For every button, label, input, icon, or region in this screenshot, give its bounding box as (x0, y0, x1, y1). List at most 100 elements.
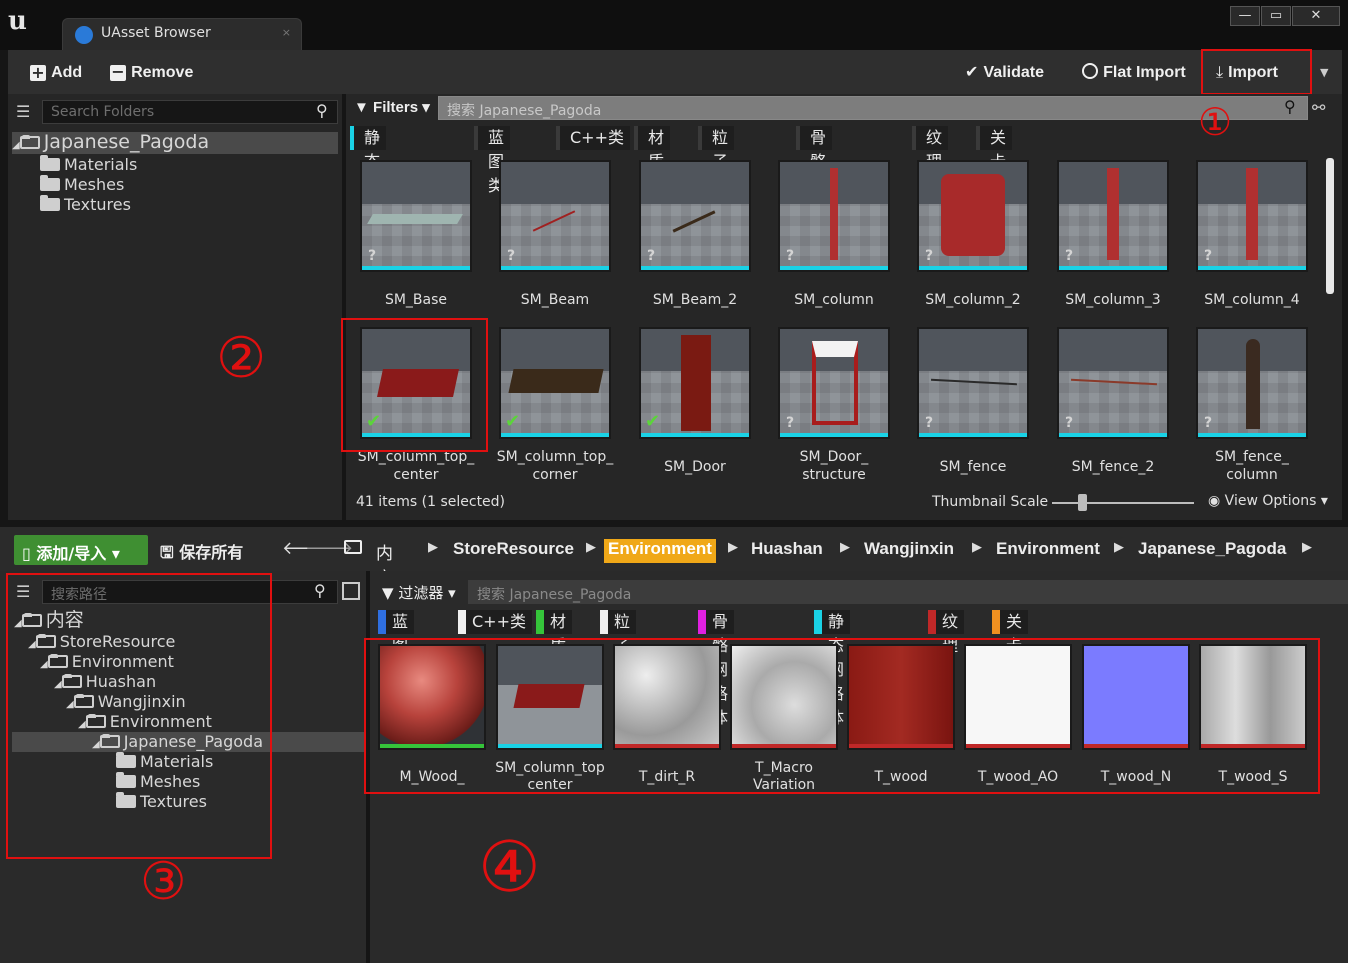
filter-chip[interactable]: 骨骼网格体 (796, 126, 833, 243)
asset-mesh-preview (1246, 339, 1260, 429)
folder-search-input[interactable]: Search Folders (42, 100, 338, 124)
status-icon: ? (925, 415, 934, 431)
asset-tile[interactable]: ? (499, 160, 611, 272)
status-icon: ✔ (645, 411, 661, 432)
tree-node-root[interactable]: ◢ Japanese_Pagoda (12, 132, 338, 154)
filter-chip[interactable]: 关卡 (992, 610, 1029, 655)
tree-node-textures[interactable]: Textures (40, 195, 131, 215)
asset-tile[interactable]: ? (1057, 160, 1169, 272)
thumbnail-background (919, 329, 1027, 371)
asset-search-input[interactable]: 搜索 Japanese_Pagoda (468, 580, 1348, 604)
thumbnail-background (501, 162, 609, 204)
dependency-graph-icon[interactable]: ⚯ (1312, 98, 1325, 117)
filter-chip[interactable]: 粒子系统 (600, 610, 637, 703)
toolbar-overflow-chevron-icon[interactable]: ▼ (1320, 66, 1328, 79)
asset-tile[interactable]: ✔ (639, 327, 751, 439)
breadcrumb-item[interactable]: Wangjinxin (864, 539, 954, 563)
breadcrumb-chevron-icon[interactable]: ▶ (586, 540, 596, 555)
add-button[interactable]: + Add (30, 62, 82, 82)
asset-name-label: SM_Door (664, 459, 726, 475)
asset-thumbnail (1198, 162, 1306, 266)
asset-thumbnail (1059, 329, 1167, 433)
filter-chip[interactable]: 纹理 (912, 126, 949, 171)
filter-chip[interactable]: C++类 (556, 126, 630, 150)
asset-tile[interactable]: ✔ (499, 327, 611, 439)
asset-tile[interactable]: ? (360, 160, 472, 272)
filter-chip[interactable]: 纹理 (928, 610, 965, 655)
filter-chip[interactable]: 静态网格体 (350, 126, 387, 243)
tree-node-meshes[interactable]: Meshes (40, 175, 124, 195)
filter-chip[interactable]: 骨骼网格体 (698, 610, 735, 727)
asset-tile[interactable]: ? (778, 327, 890, 439)
thumbnail-background (641, 162, 749, 204)
asset-name-label: SM_Beam (520, 292, 590, 308)
status-icon: ? (1065, 415, 1074, 431)
breadcrumb-chevron-icon[interactable]: ▶ (1114, 540, 1124, 555)
slider-handle[interactable] (1078, 494, 1087, 511)
add-import-button[interactable]: ▯ 添加/导入 ▾ (14, 535, 148, 565)
asset-name-label: SM_fence_ column (1215, 449, 1289, 483)
asset-tile[interactable]: ? (639, 160, 751, 272)
scrollbar-thumb[interactable] (1326, 158, 1334, 294)
filter-chip[interactable]: 材质 (634, 126, 671, 171)
filter-chip[interactable]: 关卡 (976, 126, 1013, 171)
validate-button[interactable]: ✔ Validate (965, 62, 1044, 82)
title-bar: u UAsset Browser × — ▭ ✕ (0, 0, 1348, 50)
annotation-3: ③ (140, 852, 187, 912)
breadcrumb-item[interactable]: StoreResource (453, 539, 574, 563)
breadcrumb-item[interactable]: Japanese_Pagoda (1138, 539, 1286, 563)
asset-tile[interactable]: ? (1057, 327, 1169, 439)
search-icon: ⚲ (316, 101, 328, 120)
filters-dropdown[interactable]: ▼ Filters ▾ (354, 98, 430, 116)
filters-dropdown[interactable]: ▼ 过滤器 ▾ (382, 582, 456, 603)
tab-close-icon[interactable]: × (282, 26, 291, 39)
minimize-button[interactable]: — (1230, 6, 1260, 26)
breadcrumb-item[interactable]: Huashan (751, 539, 823, 563)
asset-tile[interactable]: ? (917, 327, 1029, 439)
filter-chip[interactable]: 蓝图类 (378, 610, 415, 679)
breadcrumb-item[interactable]: Environment (604, 539, 716, 563)
asset-thumbnail (1059, 162, 1167, 266)
annotation-box-tree (6, 573, 272, 859)
eye-icon: ◉ (1208, 493, 1221, 509)
save-all-button[interactable]: 🖫 保存所有 (160, 539, 243, 569)
collections-icon[interactable] (342, 582, 360, 600)
filter-chip[interactable]: 粒子系统 (698, 126, 735, 219)
plus-icon: + (30, 62, 46, 82)
thumbnail-scale-slider[interactable] (1052, 502, 1194, 504)
folder-icon (40, 195, 60, 211)
asset-type-bar (919, 433, 1027, 437)
status-icon: ? (786, 248, 795, 264)
close-button[interactable]: ✕ (1292, 6, 1340, 26)
asset-tile[interactable]: ? (1196, 160, 1308, 272)
asset-search-input[interactable]: 搜索 Japanese_Pagoda (438, 96, 1308, 120)
filter-chip[interactable]: 材质 (536, 610, 573, 655)
tab-uasset-browser[interactable]: UAsset Browser × (62, 18, 302, 50)
asset-tile[interactable]: ? (1196, 327, 1308, 439)
breadcrumb-item[interactable]: 内容 (376, 539, 393, 589)
maximize-button[interactable]: ▭ (1261, 6, 1291, 26)
tree-node-materials[interactable]: Materials (40, 155, 137, 175)
breadcrumb-chevron-icon[interactable]: ▶ (972, 540, 982, 555)
asset-name-label: SM_column_2 (925, 292, 1021, 308)
breadcrumb-chevron-icon[interactable]: ▶ (840, 540, 850, 555)
item-count: 41 items (1 selected) (356, 494, 506, 510)
breadcrumb-item[interactable]: Environment (996, 539, 1100, 563)
asset-mesh-preview (681, 335, 711, 431)
flat-import-button[interactable]: Flat Import (1082, 62, 1186, 82)
breadcrumb-chevron-icon[interactable]: ▶ (728, 540, 738, 555)
view-options-button[interactable]: ◉ View Options ▾ (1208, 493, 1328, 509)
status-icon: ? (786, 415, 795, 431)
breadcrumb-chevron-icon[interactable]: ▶ (428, 540, 438, 555)
filter-chip[interactable]: 静态网格体 (814, 610, 851, 727)
asset-name-label: SM_fence (939, 459, 1007, 475)
asset-tile[interactable]: ? (778, 160, 890, 272)
asset-tile[interactable]: ? (917, 160, 1029, 272)
filter-chip[interactable]: 蓝图类 (474, 126, 511, 195)
remove-button[interactable]: − Remove (110, 62, 193, 82)
breadcrumb-chevron-icon[interactable]: ▶ (1302, 540, 1312, 555)
tree-options-icon[interactable]: ☰ (16, 102, 30, 121)
filter-chip[interactable]: C++类 (458, 610, 532, 634)
status-icon: ? (507, 248, 516, 264)
asset-name-label: SM_column_top_ corner (496, 449, 614, 483)
